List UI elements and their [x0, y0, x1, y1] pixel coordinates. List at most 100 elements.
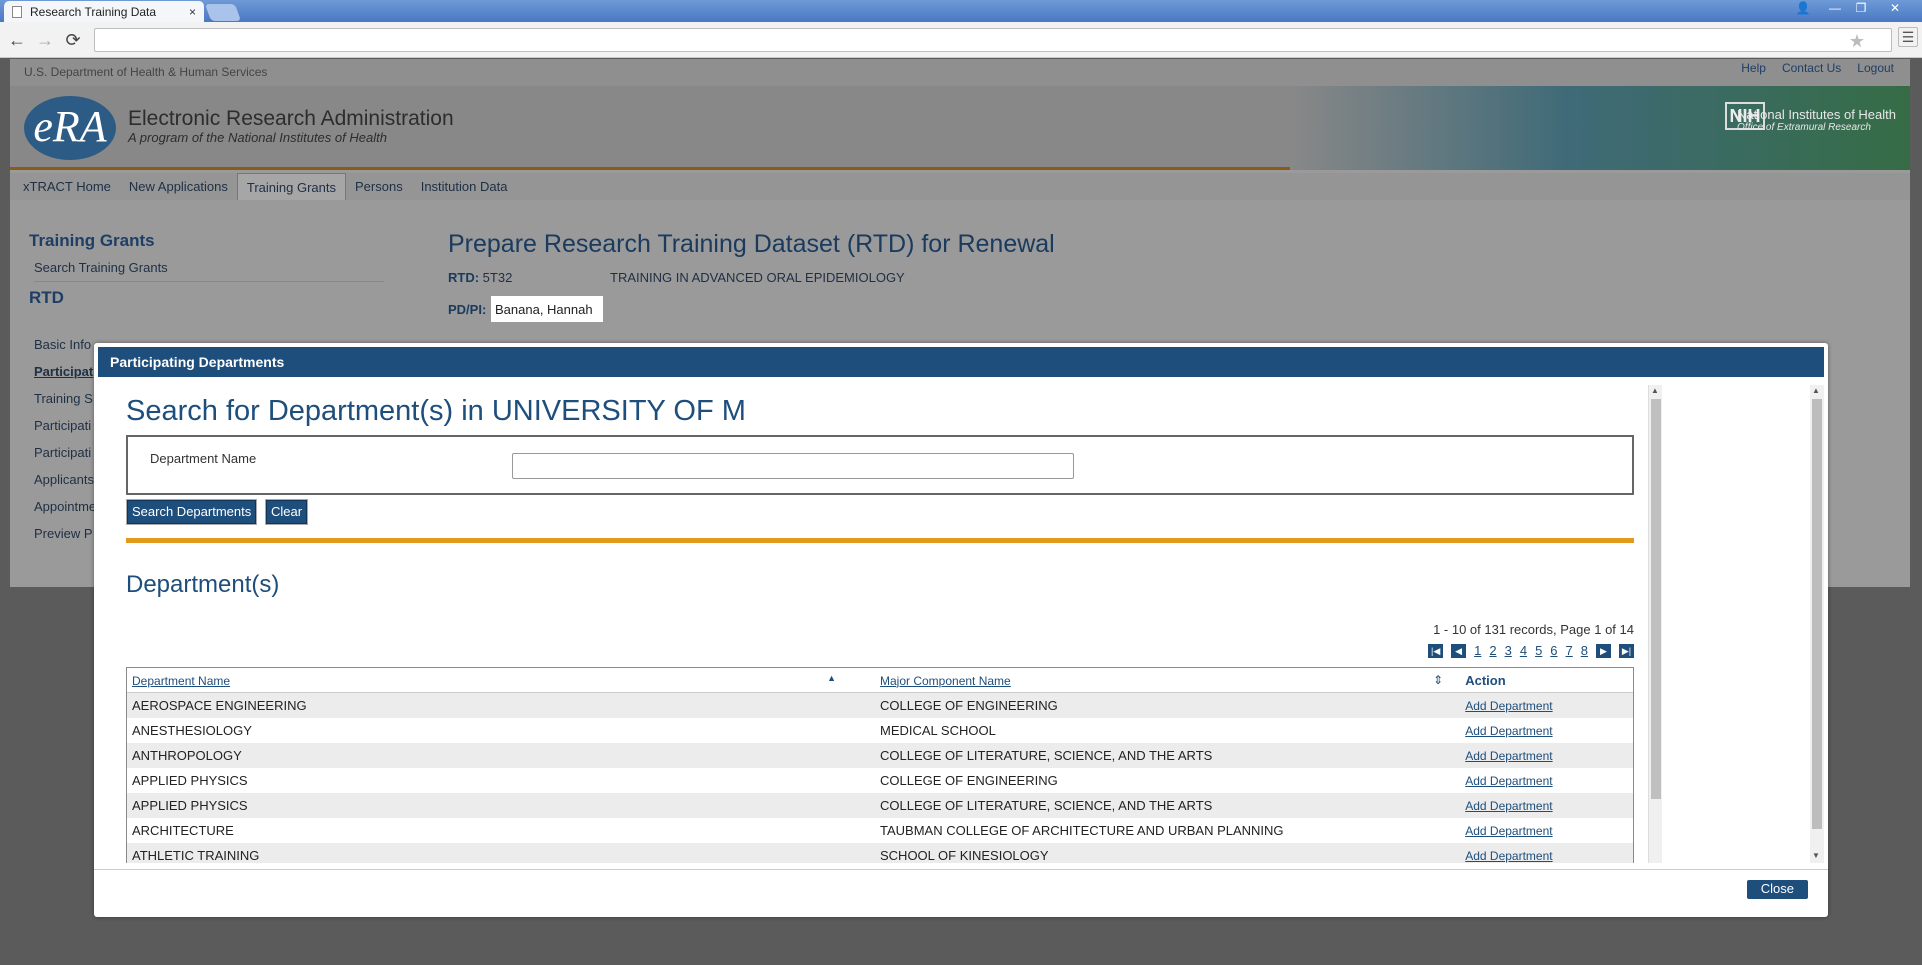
nav-persons[interactable]: Persons [346, 173, 412, 200]
departments-table: Department Name ▲ Major Component Name ⇕… [126, 667, 1634, 863]
tab-close-icon[interactable]: × [189, 5, 196, 19]
action-cell: Add Department [1465, 798, 1633, 813]
table-row: APPLIED PHYSICS COLLEGE OF ENGINEERING Add… [127, 768, 1633, 793]
department-name-label: Department Name [150, 451, 257, 466]
last-page-icon[interactable]: ▶| [1619, 643, 1634, 658]
sidebar-item-participating-departments[interactable]: Participat [34, 364, 93, 379]
sidebar-item-applicants[interactable]: Applicants [34, 472, 94, 487]
sidebar-item-participating-trainees[interactable]: Participati [34, 445, 91, 460]
new-tab-button[interactable] [204, 4, 242, 21]
page-link-7[interactable]: 7 [1566, 643, 1573, 658]
minimize-icon[interactable]: — [1822, 0, 1848, 18]
page-link-3[interactable]: 3 [1505, 643, 1512, 658]
window-close-icon[interactable]: ✕ [1882, 0, 1908, 18]
sidebar-item-basic-info[interactable]: Basic Info [34, 337, 91, 352]
table-row: ATHLETIC TRAINING SCHOOL OF KINESIOLOGY Ad… [127, 843, 1633, 863]
col-major-component[interactable]: Major Component Name ⇕ [880, 673, 1465, 688]
nav-institution-data[interactable]: Institution Data [412, 173, 517, 200]
action-cell: Add Department [1465, 848, 1633, 863]
hhs-link[interactable]: U.S. Department of Health & Human Servic… [24, 65, 267, 79]
sidebar-item-preview[interactable]: Preview P [34, 526, 93, 541]
dialog-scrollbar[interactable]: ▲ ▼ [1810, 385, 1824, 863]
add-department-link[interactable]: Add Department [1465, 774, 1552, 788]
major-component-header[interactable]: Major Component Name [880, 674, 1011, 688]
browser-menu-icon[interactable]: ☰ [1898, 27, 1918, 47]
scroll-down-icon[interactable]: ▼ [1812, 851, 1820, 860]
scroll-up-icon[interactable]: ▲ [1651, 386, 1659, 395]
major-component-cell: COLLEGE OF ENGINEERING [880, 698, 1058, 713]
department-name-cell: ATHLETIC TRAINING [132, 848, 260, 863]
sidebar-title: Training Grants [29, 231, 155, 250]
dialog-scroll-thumb[interactable] [1812, 399, 1822, 829]
table-row: ANESTHESIOLOGY MEDICAL SCHOOL Add Departme… [127, 718, 1633, 743]
sort-icon[interactable]: ⇕ [1433, 673, 1443, 687]
scroll-up-icon[interactable]: ▲ [1812, 386, 1820, 395]
tab-title: Research Training Data [30, 4, 157, 19]
era-title: Electronic Research Administration [128, 107, 454, 130]
hhs-bar: U.S. Department of Health & Human Servic… [10, 59, 1910, 86]
page-link-4[interactable]: 4 [1520, 643, 1527, 658]
action-cell: Add Department [1465, 823, 1633, 838]
address-bar[interactable]: ★ [94, 28, 1892, 52]
rtd-name: TRAINING IN ADVANCED ORAL EPIDEMIOLOGY [610, 270, 905, 285]
nih-office-text: Office of Extramural Research [1737, 122, 1871, 133]
pager: |◀ ◀ 1 2 3 4 5 6 7 8 ▶ ▶| [1390, 643, 1634, 658]
departments-heading: Department(s) [126, 571, 280, 598]
main-nav: xTRACT Home New Applications Training Gr… [10, 173, 1910, 200]
close-button[interactable]: Close [1746, 880, 1808, 899]
inner-scrollbar[interactable]: ▲ [1648, 385, 1662, 863]
col-department-name[interactable]: Department Name ▲ [127, 673, 880, 688]
sort-ascending-icon[interactable]: ▲ [827, 673, 836, 683]
department-name-cell: AEROSPACE ENGINEERING [132, 698, 307, 713]
page-title: Prepare Research Training Dataset (RTD) … [448, 230, 1055, 258]
first-page-icon[interactable]: |◀ [1428, 643, 1444, 658]
page-link-5[interactable]: 5 [1535, 643, 1542, 658]
restore-icon[interactable]: ❐ [1848, 0, 1874, 18]
user-icon[interactable]: 👤 [1790, 0, 1816, 18]
major-component-cell: COLLEGE OF LITERATURE, SCIENCE, AND THE … [880, 798, 1213, 813]
department-name-header[interactable]: Department Name [132, 674, 230, 688]
browser-toolbar: ← → ⟳ ★ ☰ [0, 22, 1922, 58]
major-component-cell: COLLEGE OF LITERATURE, SCIENCE, AND THE … [880, 748, 1213, 763]
back-icon[interactable]: ← [6, 29, 28, 51]
department-name-cell: APPLIED PHYSICS [132, 773, 248, 788]
participating-departments-dialog: Participating Departments Search for Dep… [94, 343, 1828, 917]
dialog-title: Participating Departments [98, 347, 1824, 377]
search-departments-button[interactable]: Search Departments [127, 500, 257, 524]
page-link-8[interactable]: 8 [1581, 643, 1588, 658]
sidebar-item-participating-faculty[interactable]: Participati [34, 418, 91, 433]
add-department-link[interactable]: Add Department [1465, 749, 1552, 763]
nih-name: National Institutes of Health Office of … [1737, 108, 1896, 134]
browser-tab-bar: Research Training Data × 👤 — ❐ ✕ [0, 0, 1922, 22]
page-link-6[interactable]: 6 [1550, 643, 1557, 658]
sidebar-item-search-training-grants[interactable]: Search Training Grants [34, 260, 384, 282]
help-link[interactable]: Help [1741, 61, 1766, 75]
page-link-2[interactable]: 2 [1489, 643, 1496, 658]
department-name-cell: APPLIED PHYSICS [132, 798, 248, 813]
divider [126, 538, 1634, 543]
reload-icon[interactable]: ⟳ [62, 29, 84, 51]
sidebar-item-appointments[interactable]: Appointme [34, 499, 96, 514]
inner-scroll-thumb[interactable] [1651, 399, 1661, 799]
add-department-link[interactable]: Add Department [1465, 824, 1552, 838]
prev-page-icon[interactable]: ◀ [1451, 643, 1467, 658]
browser-tab[interactable]: Research Training Data × [4, 1, 204, 22]
bookmark-star-icon[interactable]: ★ [1849, 31, 1865, 52]
forward-icon[interactable]: → [34, 29, 56, 51]
department-name-input[interactable] [512, 453, 1074, 479]
page-link-1[interactable]: 1 [1474, 643, 1481, 658]
major-component-cell: TAUBMAN COLLEGE OF ARCHITECTURE AND URBA… [880, 823, 1284, 838]
clear-button[interactable]: Clear [266, 500, 308, 524]
sidebar-item-training-support[interactable]: Training S [34, 391, 93, 406]
add-department-link[interactable]: Add Department [1465, 799, 1552, 813]
action-cell: Add Department [1465, 698, 1633, 713]
next-page-icon[interactable]: ▶ [1596, 643, 1611, 658]
add-department-link[interactable]: Add Department [1465, 699, 1552, 713]
nav-training-grants[interactable]: Training Grants [236, 173, 346, 200]
contact-us-link[interactable]: Contact Us [1782, 61, 1841, 75]
nav-new-applications[interactable]: New Applications [120, 173, 237, 200]
nav-xtract-home[interactable]: xTRACT Home [14, 173, 120, 200]
add-department-link[interactable]: Add Department [1465, 849, 1552, 863]
logout-link[interactable]: Logout [1857, 61, 1894, 75]
add-department-link[interactable]: Add Department [1465, 724, 1552, 738]
